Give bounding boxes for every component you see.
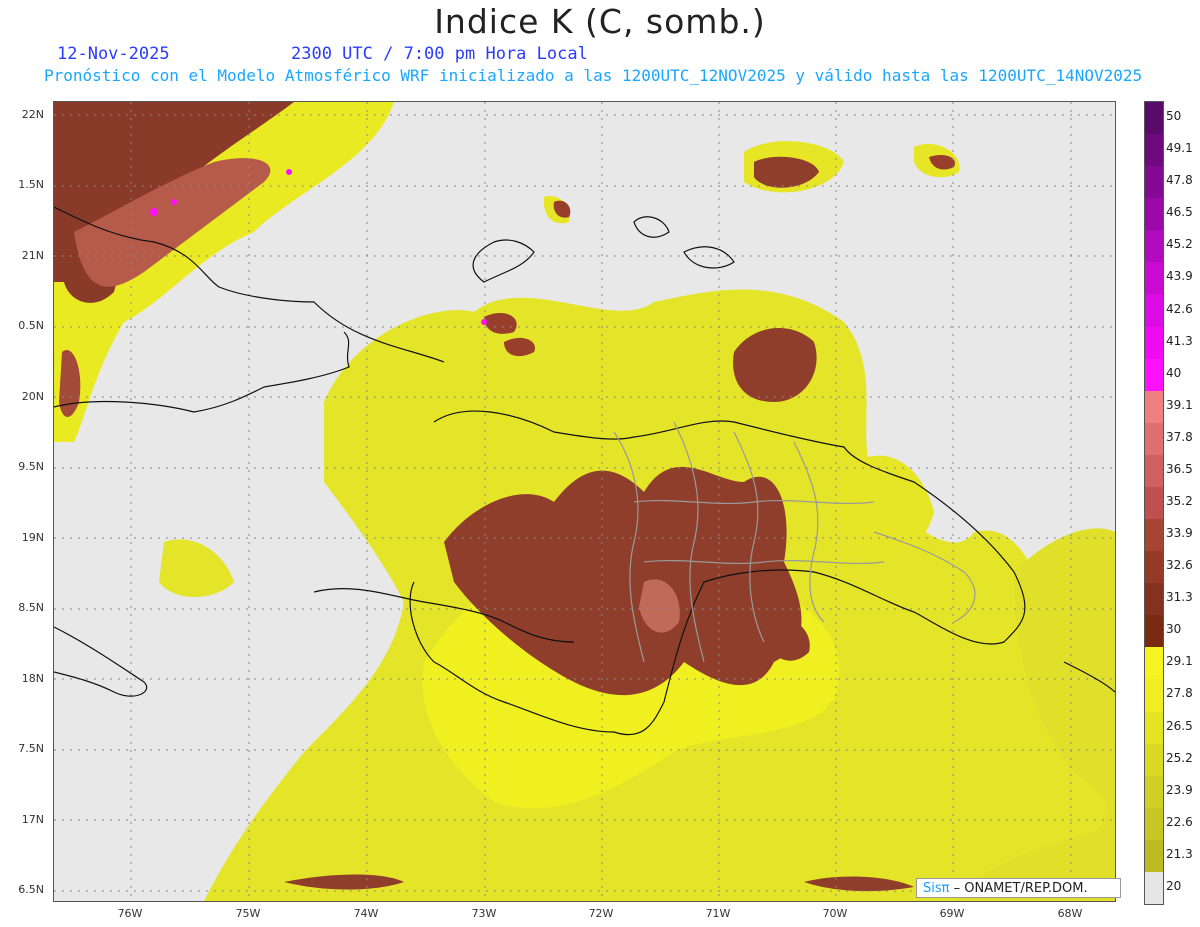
colorbar-segment — [1145, 166, 1163, 199]
colorbar-label: 35.2 — [1166, 494, 1193, 508]
colorbar-segment — [1145, 326, 1163, 360]
lon-tick-label: 70W — [822, 907, 848, 920]
lon-tick-label: 73W — [471, 907, 497, 920]
colorbar-label: 31.3 — [1166, 590, 1193, 605]
lon-tick-label: 76W — [117, 907, 143, 920]
colorbar-segment — [1145, 102, 1163, 135]
colorbar-label: 26.5 — [1166, 718, 1193, 733]
k-index-field-magenta-3 — [286, 169, 292, 175]
colorbar-segment — [1145, 294, 1163, 328]
forecast-date: 12-Nov-2025 — [57, 44, 170, 64]
colorbar-label: 21.3 — [1166, 846, 1193, 861]
colorbar — [1144, 101, 1164, 905]
colorbar-label: 29.1 — [1166, 654, 1193, 669]
lon-tick-label: 74W — [353, 907, 379, 920]
colorbar-segment — [1145, 230, 1163, 263]
colorbar-segment — [1145, 775, 1163, 809]
colorbar-segment — [1145, 839, 1163, 873]
lon-tick-label: 71W — [705, 907, 731, 920]
colorbar-label: 27.8 — [1166, 686, 1193, 701]
colorbar-segment — [1145, 711, 1163, 745]
colorbar-segment — [1145, 390, 1163, 424]
lon-tick-label: 69W — [939, 907, 965, 920]
colorbar-segment — [1145, 358, 1163, 392]
colorbar-label: 39.1 — [1166, 397, 1193, 412]
k-index-map — [54, 102, 1115, 901]
lat-tick-label: 6.5N — [18, 883, 44, 896]
colorbar-segment — [1145, 871, 1163, 905]
lat-tick-label: 20N — [21, 390, 44, 403]
forecast-time: 2300 UTC / 7:00 pm Hora Local — [291, 44, 588, 64]
colorbar-label: 50 — [1166, 109, 1182, 124]
colorbar-segment — [1145, 679, 1163, 713]
colorbar-segment — [1145, 454, 1163, 488]
credit-text: – ONAMET/REP.DOM. — [949, 881, 1088, 896]
lat-tick-label: 21N — [21, 249, 44, 262]
lat-tick-label: 22N — [21, 108, 44, 121]
colorbar-segment — [1145, 551, 1163, 584]
colorbar-segment — [1145, 743, 1163, 777]
colorbar-segment — [1145, 647, 1163, 680]
colorbar-label: 32.6 — [1166, 558, 1193, 573]
forecast-subtitle: Pronóstico con el Modelo Atmosférico WRF… — [44, 66, 1143, 85]
colorbar-segment — [1145, 198, 1163, 231]
k-index-field-magenta-1 — [150, 208, 158, 216]
colorbar-segment — [1145, 615, 1163, 648]
colorbar-label: 41.3 — [1166, 333, 1193, 348]
lon-tick-label: 72W — [588, 907, 614, 920]
lat-tick-label: 0.5N — [18, 319, 44, 332]
chart-title: Indice K (C, somb.) — [434, 2, 766, 41]
colorbar-label: 40 — [1166, 365, 1182, 380]
k-index-field-magenta-4 — [481, 319, 487, 325]
colorbar-segment — [1145, 134, 1163, 167]
k-index-field-yellow-small-1 — [159, 539, 234, 597]
lat-tick-label: 17N — [21, 813, 44, 826]
colorbar-label: 20 — [1166, 878, 1182, 893]
colorbar-label: 42.6 — [1166, 301, 1193, 316]
lon-tick-label: 75W — [235, 907, 261, 920]
lat-tick-label: 7.5N — [18, 742, 44, 755]
lat-tick-label: 9.5N — [18, 460, 44, 473]
colorbar-label: 46.5 — [1166, 205, 1193, 220]
k-index-field-magenta-2 — [171, 199, 177, 205]
colorbar-segment — [1145, 583, 1163, 616]
colorbar-label: 49.1 — [1166, 141, 1193, 156]
colorbar-label: 47.8 — [1166, 173, 1193, 188]
credit-sis: Sisπ — [923, 881, 950, 896]
colorbar-label: 43.9 — [1166, 269, 1193, 284]
lon-tick-label: 68W — [1057, 907, 1083, 920]
colorbar-segment — [1145, 519, 1163, 552]
lat-tick-label: 18N — [21, 672, 44, 685]
colorbar-label: 30 — [1166, 622, 1182, 637]
colorbar-label: 23.9 — [1166, 782, 1193, 797]
colorbar-segment — [1145, 486, 1163, 520]
credit-box: Sisπ – ONAMET/REP.DOM. — [916, 878, 1121, 898]
colorbar-label: 45.2 — [1166, 237, 1193, 252]
colorbar-segment — [1145, 422, 1163, 456]
colorbar-label: 25.2 — [1166, 750, 1193, 765]
colorbar-label: 37.8 — [1166, 429, 1193, 444]
map-panel — [53, 101, 1116, 902]
colorbar-label: 33.9 — [1166, 526, 1193, 541]
colorbar-label: 22.6 — [1166, 814, 1193, 829]
colorbar-segment — [1145, 262, 1163, 295]
colorbar-segment — [1145, 807, 1163, 841]
lat-tick-label: 1.5N — [18, 178, 44, 191]
lat-tick-label: 8.5N — [18, 601, 44, 614]
lat-tick-label: 19N — [21, 531, 44, 544]
colorbar-label: 36.5 — [1166, 461, 1193, 476]
